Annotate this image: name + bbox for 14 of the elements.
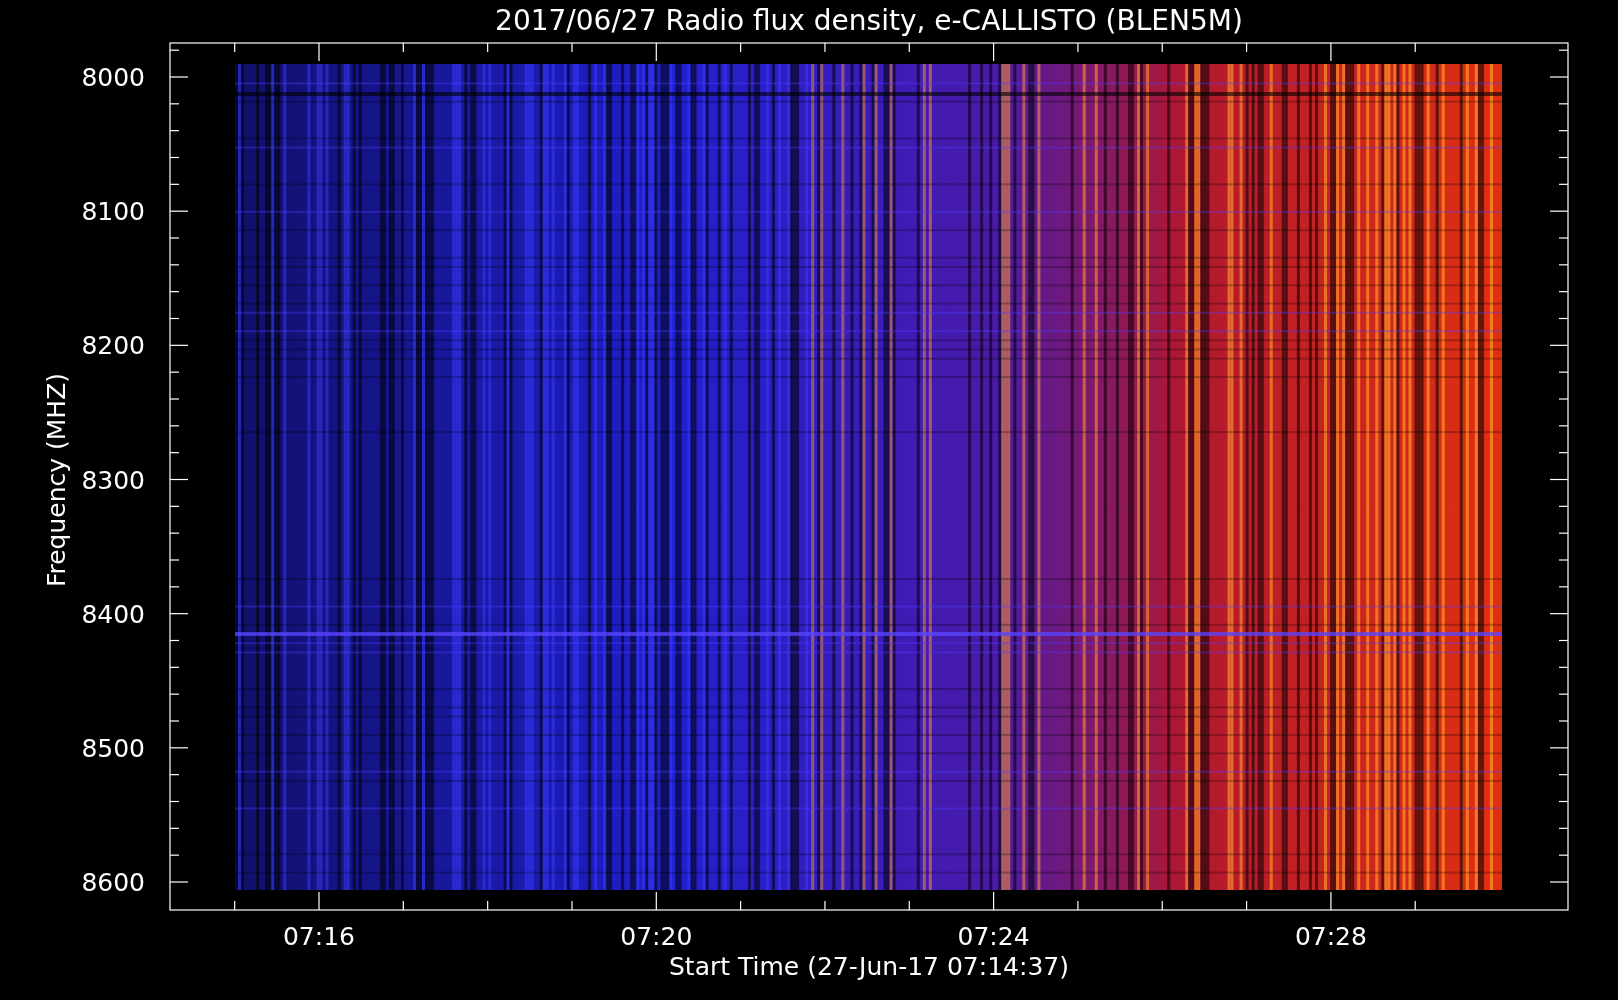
x-tick-label: 07:16 <box>283 922 355 951</box>
y-axis-label: Frequency (MHZ) <box>42 372 71 588</box>
x-axis-label: Start Time (27-Jun-17 07:14:37) <box>669 952 1069 981</box>
y-tick-label: 8000 <box>81 63 145 92</box>
y-tick-label: 8200 <box>81 331 145 361</box>
plot-title: 2017/06/27 Radio flux density, e-CALLISTO (BLEN5M) <box>495 4 1243 37</box>
x-tick-label: 07:28 <box>1294 922 1367 951</box>
x-tick-label: 07:24 <box>957 922 1030 951</box>
y-tick-label: 8500 <box>81 733 145 763</box>
x-tick-label: 07:20 <box>620 922 693 951</box>
y-tick-label: 8400 <box>81 599 145 629</box>
y-tick-label: 8100 <box>81 197 145 227</box>
y-tick-label: 8300 <box>81 465 145 495</box>
y-tick-label: 8600 <box>81 868 145 897</box>
